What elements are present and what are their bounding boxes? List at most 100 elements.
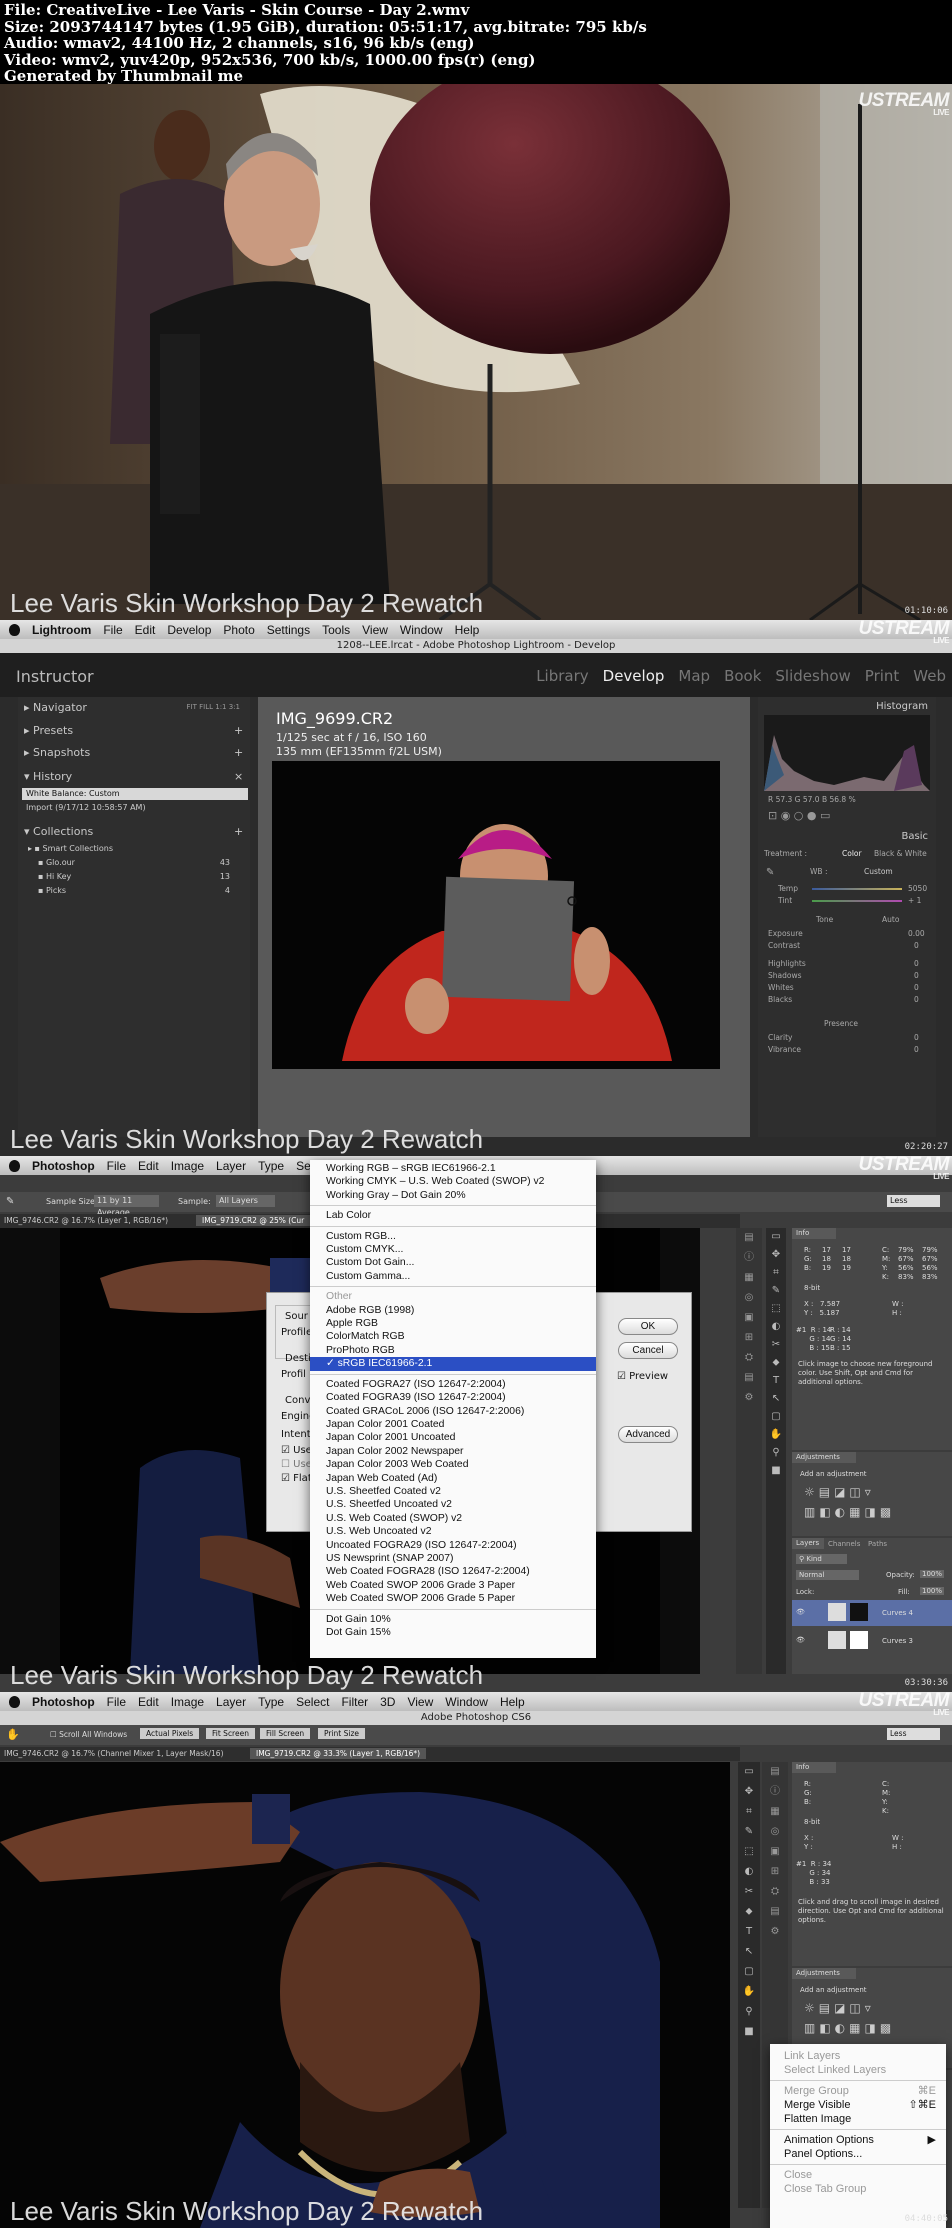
whites-value[interactable]: 0 xyxy=(914,983,919,992)
profile-menu-item[interactable]: Custom Dot Gain... xyxy=(310,1256,596,1269)
workspace-select[interactable]: Less xyxy=(887,1195,940,1207)
advanced-button[interactable]: Advanced xyxy=(618,1426,678,1443)
profile-menu-item[interactable]: Japan Color 2001 Coated xyxy=(310,1418,596,1431)
menu-settings[interactable]: Settings xyxy=(267,623,310,637)
profile-menu-item[interactable]: Japan Color 2002 Newspaper xyxy=(310,1445,596,1458)
menu-type[interactable]: Type xyxy=(258,1159,284,1173)
history-item-selected[interactable]: White Balance: Custom xyxy=(22,788,248,800)
profile-menu-item[interactable]: Custom RGB... xyxy=(310,1230,596,1243)
module-print[interactable]: Print xyxy=(865,667,900,685)
module-slideshow[interactable]: Slideshow xyxy=(775,667,850,685)
menu-photoshop[interactable]: Photoshop xyxy=(32,1159,95,1173)
menu-help[interactable]: Help xyxy=(500,1695,525,1709)
menu-file[interactable]: File xyxy=(107,1159,126,1173)
flatten-checkbox[interactable]: ☑ Flat xyxy=(281,1473,312,1484)
profile-menu-item[interactable]: Dot Gain 10% xyxy=(310,1613,596,1626)
use2-checkbox[interactable]: ☐ Use xyxy=(281,1459,312,1470)
profile-menu-item[interactable]: Working CMYK – U.S. Web Coated (SWOP) v2 xyxy=(310,1175,596,1188)
profile-menu-item[interactable]: Lab Color xyxy=(310,1209,596,1222)
tone-auto[interactable]: Auto xyxy=(882,915,899,924)
menu-window[interactable]: Window xyxy=(400,623,443,637)
profile-menu-item[interactable]: Custom Gamma... xyxy=(310,1270,596,1283)
doc-tab-2[interactable]: IMG_9719.CR2 @ 33.3% (Layer 1, RGB/16*) xyxy=(250,1748,427,1759)
fill-value[interactable]: 100% xyxy=(920,1587,945,1595)
menu-file[interactable]: File xyxy=(103,623,122,637)
menu-filter[interactable]: Filter xyxy=(341,1695,368,1709)
layers-menu-item[interactable]: Merge Visible ⇧⌘E xyxy=(770,2098,946,2112)
panel-icons[interactable]: ▤ ⓘ ▦ ◎ ▣ ⊞ ⛭ ▤ ⚙ xyxy=(736,1228,762,1408)
profile-menu-item[interactable]: Coated FOGRA39 (ISO 12647-2:2004) xyxy=(310,1391,596,1404)
menu-help[interactable]: Help xyxy=(455,623,480,637)
shadows-value[interactable]: 0 xyxy=(914,971,919,980)
doc-tab-2[interactable]: IMG_9719.CR2 @ 25% (Cur xyxy=(196,1215,311,1226)
blacks-value[interactable]: 0 xyxy=(914,995,919,1004)
hand-tool-icon[interactable]: ✋ xyxy=(6,1728,20,1741)
tool-icons[interactable]: ▭ ✥ ⌗ ✎ ⬚ ◐ ✂ ⬥ T ↖ ▢ ✋ ⚲ ■ xyxy=(738,1762,760,2042)
module-develop[interactable]: Develop xyxy=(603,667,665,685)
collection-glo[interactable]: ▪ Glo.our 43 xyxy=(38,858,238,867)
profile-menu-item[interactable]: ✓ sRGB IEC61966-2.1 xyxy=(310,1357,596,1371)
profile-menu-item[interactable]: Japan Color 2003 Web Coated xyxy=(310,1458,596,1471)
layer-name[interactable]: Curves 4 xyxy=(882,1609,913,1617)
preview-checkbox[interactable]: ☑ Preview xyxy=(617,1371,668,1382)
paths-tab[interactable]: Paths xyxy=(868,1540,887,1548)
menu-view[interactable]: View xyxy=(362,623,388,637)
cancel-button[interactable]: Cancel xyxy=(618,1342,678,1359)
profile-menu-item[interactable]: Web Coated FOGRA28 (ISO 12647-2:2004) xyxy=(310,1565,596,1578)
tool-icons[interactable]: ▭ ✥ ⌗ ✎ ⬚ ◐ ✂ ⬥ T ↖ ▢ ✋ ⚲ ■ xyxy=(766,1228,786,1480)
menu-layer[interactable]: Layer xyxy=(216,1159,246,1173)
panel-history[interactable]: ▾ History × xyxy=(24,770,243,783)
profile-menu-item[interactable]: Coated FOGRA27 (ISO 12647-2:2004) xyxy=(310,1378,596,1391)
layer-row-curves-4[interactable]: 👁 Curves 4 xyxy=(792,1600,952,1626)
menu-image[interactable]: Image xyxy=(171,1695,204,1709)
exposure-value[interactable]: 0.00 xyxy=(908,929,925,938)
profile-menu-item[interactable]: Dot Gain 15% xyxy=(310,1626,596,1639)
panel-snapshots[interactable]: ▸ Snapshots + xyxy=(24,746,243,759)
navigator-zoom[interactable]: FIT FILL 1:1 3:1 xyxy=(187,703,240,711)
tint-value[interactable]: + 1 xyxy=(908,896,921,905)
profile-menu-item[interactable]: Japan Web Coated (Ad) xyxy=(310,1472,596,1485)
panel-presets[interactable]: ▸ Presets + xyxy=(24,724,243,737)
temp-value[interactable]: 5050 xyxy=(908,884,927,893)
profile-menu-item[interactable]: Custom CMYK... xyxy=(310,1243,596,1256)
module-library[interactable]: Library xyxy=(536,667,588,685)
collection-picks[interactable]: ▪ Picks 4 xyxy=(38,886,238,895)
menu-image[interactable]: Image xyxy=(171,1159,204,1173)
treatment-bw[interactable]: Black & White xyxy=(874,849,927,858)
basic-header[interactable]: Basic xyxy=(902,831,928,842)
doc-tab-1[interactable]: IMG_9746.CR2 @ 16.7% (Layer 1, RGB/16*) xyxy=(4,1216,168,1225)
apple-icon[interactable] xyxy=(9,1159,20,1172)
collection-smart[interactable]: ▸ ▪ Smart Collections xyxy=(28,844,113,853)
tool-strip[interactable]: ⊡ ◉ ○ ● ▭ xyxy=(768,809,830,822)
visibility-eye-icon[interactable]: 👁 xyxy=(796,1636,805,1644)
menu-3d[interactable]: 3D xyxy=(380,1695,395,1709)
eyedropper-tool-icon[interactable]: ✎ xyxy=(6,1196,14,1207)
menu-select[interactable]: Select xyxy=(296,1695,329,1709)
opacity-value[interactable]: 100% xyxy=(920,1570,945,1578)
module-web[interactable]: Web xyxy=(913,667,946,685)
profile-menu-item[interactable]: Adobe RGB (1998) xyxy=(310,1304,596,1317)
profile-menu-item[interactable]: U.S. Web Coated (SWOP) v2 xyxy=(310,1512,596,1525)
wb-value[interactable]: Custom xyxy=(864,867,893,876)
histogram-header[interactable]: Histogram xyxy=(876,701,928,712)
layers-menu-item[interactable]: Panel Options... xyxy=(770,2147,946,2161)
menu-file[interactable]: File xyxy=(107,1695,126,1709)
menu-window[interactable]: Window xyxy=(445,1695,488,1709)
menu-type[interactable]: Type xyxy=(258,1695,284,1709)
blend-mode-select[interactable]: Normal xyxy=(796,1570,859,1580)
layers-menu-item[interactable]: Animation Options ▶ xyxy=(770,2133,946,2147)
menu-develop[interactable]: Develop xyxy=(167,623,211,637)
adjustment-icons[interactable]: ☼▤◪◫▿ ▥◧◐▦◨▩ xyxy=(804,1998,895,2038)
clarity-value[interactable]: 0 xyxy=(914,1033,919,1042)
menu-view[interactable]: View xyxy=(407,1695,433,1709)
menu-edit[interactable]: Edit xyxy=(138,1159,159,1173)
info-tab[interactable]: Info xyxy=(792,1762,836,1773)
adjustment-icons[interactable]: ☼▤◪◫▿ ▥◧◐▦◨▩ xyxy=(804,1482,895,1522)
scroll-all-checkbox[interactable]: ☐ Scroll All Windows xyxy=(50,1730,127,1739)
menu-tools[interactable]: Tools xyxy=(322,623,350,637)
layer-row-curves-3[interactable]: 👁 Curves 3 xyxy=(792,1628,952,1654)
channels-tab[interactable]: Channels xyxy=(828,1540,860,1548)
profile-menu-item[interactable]: ColorMatch RGB xyxy=(310,1330,596,1343)
contrast-value[interactable]: 0 xyxy=(914,941,919,950)
layers-tab[interactable]: Layers xyxy=(792,1538,824,1549)
